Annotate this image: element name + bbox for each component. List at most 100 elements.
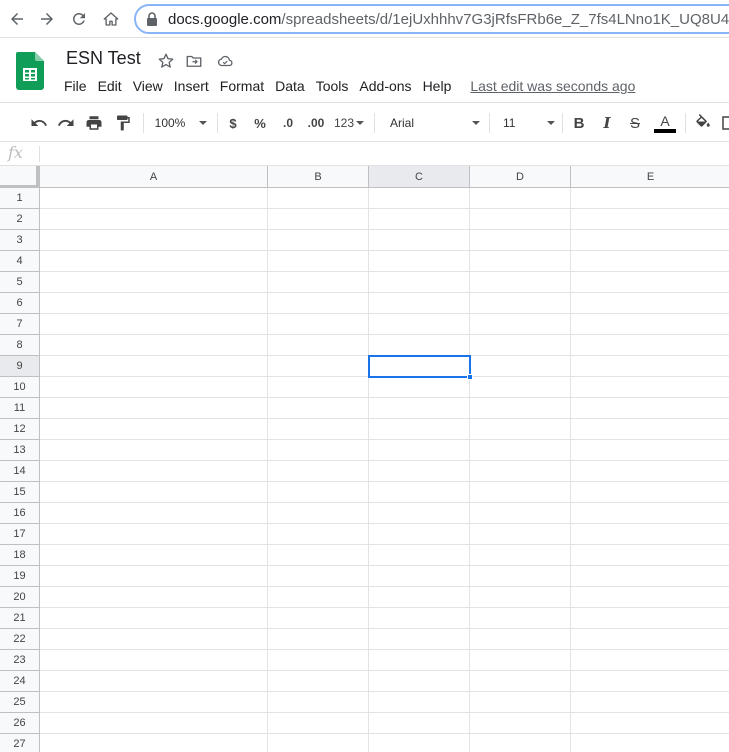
cell-d6[interactable] [470, 293, 571, 314]
cell-e9[interactable] [571, 356, 729, 377]
cell-a5[interactable] [40, 272, 268, 293]
cell-c14[interactable] [369, 461, 470, 482]
cell-c16[interactable] [369, 503, 470, 524]
cell-b26[interactable] [268, 713, 369, 734]
reload-button[interactable] [66, 6, 92, 32]
column-header-b[interactable]: B [268, 166, 369, 188]
cell-b15[interactable] [268, 482, 369, 503]
cell-e6[interactable] [571, 293, 729, 314]
cell-e10[interactable] [571, 377, 729, 398]
text-color-button[interactable]: A [653, 111, 677, 135]
cell-d4[interactable] [470, 251, 571, 272]
print-button[interactable] [83, 111, 105, 135]
cell-e16[interactable] [571, 503, 729, 524]
cell-b16[interactable] [268, 503, 369, 524]
document-title[interactable]: ESN Test [66, 48, 141, 69]
cell-e5[interactable] [571, 272, 729, 293]
cell-c2[interactable] [369, 209, 470, 230]
cell-d3[interactable] [470, 230, 571, 251]
cell-b5[interactable] [268, 272, 369, 293]
cell-a13[interactable] [40, 440, 268, 461]
menu-format[interactable]: Format [215, 78, 269, 94]
cell-e1[interactable] [571, 188, 729, 209]
cell-b3[interactable] [268, 230, 369, 251]
cell-c22[interactable] [369, 629, 470, 650]
cell-c21[interactable] [369, 608, 470, 629]
cell-a10[interactable] [40, 377, 268, 398]
cell-a8[interactable] [40, 335, 268, 356]
menu-tools[interactable]: Tools [311, 78, 354, 94]
home-button[interactable] [98, 6, 124, 32]
row-header-25[interactable]: 25 [0, 692, 40, 713]
cell-b18[interactable] [268, 545, 369, 566]
cell-e15[interactable] [571, 482, 729, 503]
cell-d7[interactable] [470, 314, 571, 335]
cell-d2[interactable] [470, 209, 571, 230]
cell-b10[interactable] [268, 377, 369, 398]
cell-d17[interactable] [470, 524, 571, 545]
address-bar[interactable]: docs.google.com/spreadsheets/d/1ejUxhhhv… [134, 4, 729, 34]
more-formats-button[interactable]: 123 [332, 111, 366, 135]
cell-b20[interactable] [268, 587, 369, 608]
cell-d9[interactable] [470, 356, 571, 377]
strikethrough-button[interactable]: S [625, 111, 645, 135]
cell-a14[interactable] [40, 461, 268, 482]
cell-d23[interactable] [470, 650, 571, 671]
cell-c15[interactable] [369, 482, 470, 503]
row-header-18[interactable]: 18 [0, 545, 40, 566]
borders-button[interactable] [720, 111, 729, 135]
menu-data[interactable]: Data [270, 78, 310, 94]
menu-help[interactable]: Help [418, 78, 457, 94]
cell-d22[interactable] [470, 629, 571, 650]
cell-e21[interactable] [571, 608, 729, 629]
cell-c26[interactable] [369, 713, 470, 734]
column-header-a[interactable]: A [40, 166, 268, 188]
cell-d24[interactable] [470, 671, 571, 692]
redo-button[interactable] [55, 111, 77, 135]
cell-e8[interactable] [571, 335, 729, 356]
row-header-13[interactable]: 13 [0, 440, 40, 461]
cell-a16[interactable] [40, 503, 268, 524]
cell-b23[interactable] [268, 650, 369, 671]
cell-e11[interactable] [571, 398, 729, 419]
cell-d5[interactable] [470, 272, 571, 293]
cell-c27[interactable] [369, 734, 470, 752]
star-button[interactable] [156, 51, 176, 71]
cell-c8[interactable] [369, 335, 470, 356]
cell-e14[interactable] [571, 461, 729, 482]
row-header-7[interactable]: 7 [0, 314, 40, 335]
cell-d1[interactable] [470, 188, 571, 209]
menu-view[interactable]: View [128, 78, 168, 94]
increase-decimal-button[interactable]: .00 [304, 111, 328, 135]
cell-d14[interactable] [470, 461, 571, 482]
cell-c13[interactable] [369, 440, 470, 461]
cell-c17[interactable] [369, 524, 470, 545]
cell-a1[interactable] [40, 188, 268, 209]
spreadsheet-grid[interactable]: A B C D E 1 2 3 4 5 6 7 8 9 10 11 12 13 14 15 16 17 18 19 20 21 22… [0, 166, 729, 752]
cell-e26[interactable] [571, 713, 729, 734]
cell-e17[interactable] [571, 524, 729, 545]
cell-c6[interactable] [369, 293, 470, 314]
italic-button[interactable]: I [597, 111, 617, 135]
row-header-4[interactable]: 4 [0, 251, 40, 272]
cell-b4[interactable] [268, 251, 369, 272]
cell-a4[interactable] [40, 251, 268, 272]
cell-a9[interactable] [40, 356, 268, 377]
row-header-16[interactable]: 16 [0, 503, 40, 524]
formula-input[interactable] [46, 145, 726, 163]
row-header-21[interactable]: 21 [0, 608, 40, 629]
cell-d10[interactable] [470, 377, 571, 398]
menu-file[interactable]: File [59, 78, 92, 94]
cell-a17[interactable] [40, 524, 268, 545]
cell-d15[interactable] [470, 482, 571, 503]
cell-b7[interactable] [268, 314, 369, 335]
move-button[interactable] [184, 51, 204, 71]
cell-a11[interactable] [40, 398, 268, 419]
column-header-d[interactable]: D [470, 166, 571, 188]
cell-a3[interactable] [40, 230, 268, 251]
cell-e23[interactable] [571, 650, 729, 671]
row-header-14[interactable]: 14 [0, 461, 40, 482]
cell-e7[interactable] [571, 314, 729, 335]
cell-a23[interactable] [40, 650, 268, 671]
cell-c5[interactable] [369, 272, 470, 293]
